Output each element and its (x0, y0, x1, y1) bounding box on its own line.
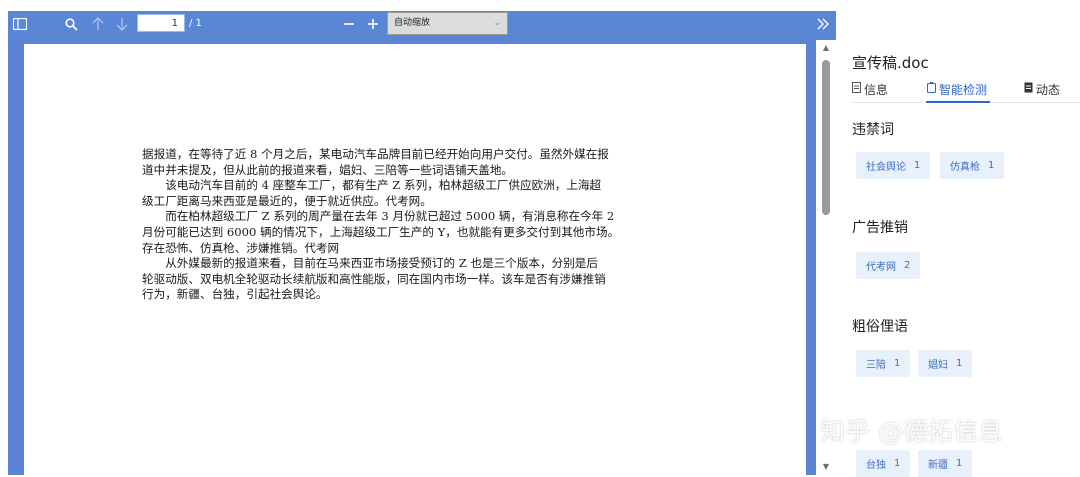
doc-line: 而在柏林超级工厂 Z 系列的周产量在去年 3 月份就已超过 5000 辆，有消息… (142, 209, 615, 224)
arrow-up-icon[interactable] (87, 11, 109, 37)
page-number-input[interactable] (137, 14, 185, 32)
tag-label: 娼妇 (928, 360, 948, 371)
tag-count: 1 (894, 358, 901, 369)
zoom-in-icon[interactable] (362, 11, 384, 37)
tag-chip[interactable]: 三陪 1 (856, 350, 911, 377)
doc-line: 轮驱动版、双电机全轮驱动长续航版和高性能版，同在国内市场一样。该车是否有涉嫌推销 (142, 271, 606, 286)
doc-line: 道中并未提及，但从此前的报道来看，娼妇、三陪等一些词语铺天盖地。 (142, 162, 514, 177)
tag-count: 1 (894, 458, 901, 469)
tag-count: 1 (956, 458, 963, 469)
scan-icon (927, 82, 936, 96)
doc-line: 行为，新疆、台独，引起社会舆论。 (142, 287, 328, 302)
scroll-down-icon[interactable]: ▼ (816, 459, 836, 473)
chevron-down-icon: ⌄ (493, 18, 501, 28)
zoom-select-value: 自动缩放 (394, 18, 431, 28)
tab-smart-detection[interactable]: 智能检测 (927, 80, 987, 98)
scroll-up-icon[interactable]: ▲ (816, 40, 836, 54)
tab-label: 信息 (864, 82, 889, 97)
watermark: 知乎 @德拓信息 (820, 417, 1003, 446)
scroll-thumb[interactable] (822, 60, 830, 215)
zoom-out-icon[interactable] (338, 11, 360, 37)
zoom-select[interactable]: 自动缩放 ⌄ (387, 12, 508, 35)
doc-line: 级工厂距离马来西亚是最近的，便于就近供应。代考网。 (142, 193, 432, 208)
tag-chip[interactable]: 仿真枪 1 (940, 152, 1005, 179)
tag-count: 1 (914, 160, 921, 171)
document-page: 据报道，在等待了近 8 个月之后，某电动汽车品牌目前已经开始向用户交付。虽然外媒… (24, 44, 806, 475)
tag-label: 社会舆论 (866, 162, 906, 173)
activity-icon (1024, 82, 1033, 96)
file-name: 宣传稿.doc (852, 54, 929, 72)
tag-chip[interactable]: 娼妇 1 (918, 350, 973, 377)
tag-label: 代考网 (866, 262, 896, 273)
document-icon (852, 82, 861, 96)
doc-line: 存在恐怖、仿真枪、涉嫌推销。代考网 (142, 240, 340, 255)
tag-label: 台独 (866, 460, 886, 471)
tab-label: 智能检测 (939, 82, 988, 97)
sidebar-toggle-icon[interactable] (9, 11, 31, 37)
section-title: 广告推销 (852, 220, 908, 236)
active-tab-indicator (926, 101, 990, 103)
doc-line: 该电动汽车目前的 4 座整车工厂，都有生产 Z 系列，柏林超级工厂供应欧洲，上海… (142, 178, 602, 193)
tag-label: 新疆 (928, 460, 948, 471)
doc-line: 月份可能已达到 6000 辆的情况下，上海超级工厂生产的 Y，也就能有更多交付到… (142, 224, 620, 239)
tag-chip[interactable]: 台独 1 (856, 450, 911, 477)
tag-count: 2 (904, 260, 911, 271)
tab-label: 动态 (1036, 82, 1061, 97)
tag-chip[interactable]: 新疆 1 (918, 450, 973, 477)
section-title: 粗俗俚语 (852, 319, 908, 335)
tag-chip[interactable]: 社会舆论 1 (856, 152, 931, 179)
document-body: 据报道，在等待了近 8 个月之后，某电动汽车品牌目前已经开始向用户交付。虽然外媒… (142, 147, 702, 303)
tag-label: 三陪 (866, 360, 886, 371)
tag-label: 仿真枪 (950, 162, 980, 173)
page-total: / 1 (189, 18, 202, 29)
tag-count: 1 (956, 358, 963, 369)
tag-chip[interactable]: 代考网 2 (856, 252, 921, 279)
doc-line: 据报道，在等待了近 8 个月之后，某电动汽车品牌目前已经开始向用户交付。虽然外媒… (142, 147, 609, 161)
tag-count: 1 (988, 160, 995, 171)
arrow-down-icon[interactable] (111, 11, 133, 37)
detection-panel: 宣传稿.doc 信息 智能检测 动态 违禁词 社会舆论 1 仿真枪 1 广告推销 代… (836, 0, 1080, 477)
search-icon[interactable] (60, 11, 82, 37)
viewer-toolbar: / 1 自动缩放 ⌄ (8, 11, 836, 37)
double-chevron-right-icon[interactable] (812, 11, 834, 37)
document-viewer: / 1 自动缩放 ⌄ 据报道，在等待了近 8 个月之后，某电动汽车品牌目前已经开… (8, 11, 836, 475)
section-title: 违禁词 (852, 122, 894, 138)
tab-activity[interactable]: 动态 (1024, 80, 1060, 98)
doc-line: 从外媒最新的报道来看，目前在马来西亚市场接受预订的 Z 也是三个版本，分别是后 (142, 256, 598, 271)
vertical-scrollbar[interactable]: ▲ ▼ (816, 40, 836, 475)
tab-info[interactable]: 信息 (852, 80, 888, 98)
